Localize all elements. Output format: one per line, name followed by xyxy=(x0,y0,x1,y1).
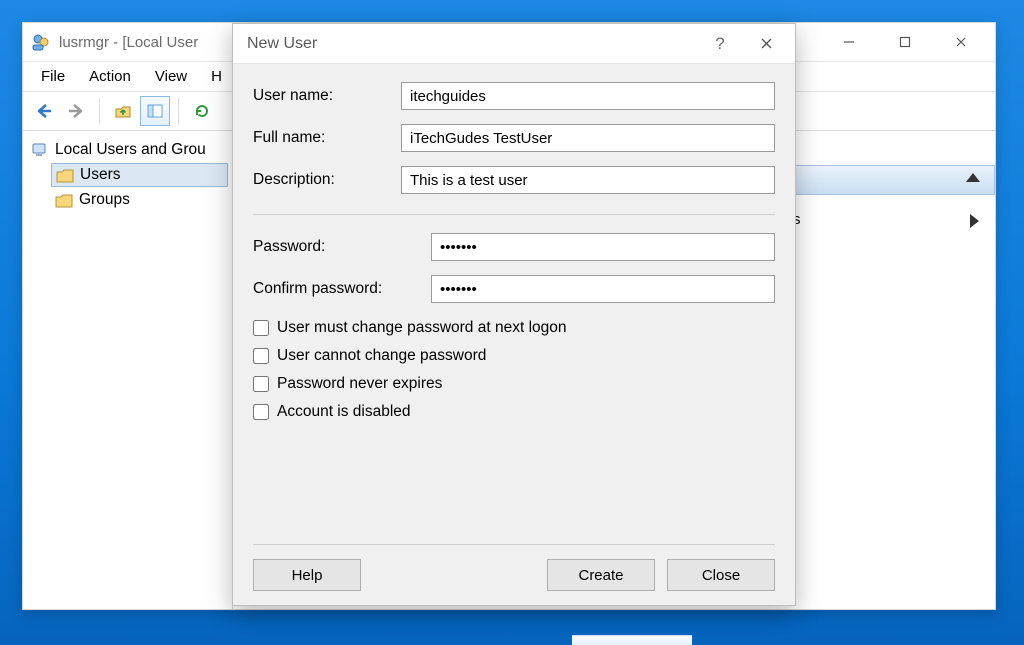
check-account-disabled[interactable]: Account is disabled xyxy=(253,403,775,421)
actions-pane-header[interactable] xyxy=(793,165,995,195)
input-full-name[interactable] xyxy=(401,124,775,152)
input-description[interactable] xyxy=(401,166,775,194)
input-password[interactable] xyxy=(431,233,775,261)
maximize-button[interactable] xyxy=(877,26,933,58)
row-description: Description: xyxy=(253,166,775,194)
tree-item-groups[interactable]: Groups xyxy=(51,189,228,211)
check-must-change[interactable]: User must change password at next logon xyxy=(253,319,775,337)
label-confirm-password: Confirm password: xyxy=(253,280,431,298)
checkbox-label: Account is disabled xyxy=(277,403,411,421)
checkbox-cannot-change[interactable] xyxy=(253,348,269,364)
new-user-dialog: New User ? User name: Full name: Descrip… xyxy=(232,23,796,606)
computer-icon xyxy=(31,141,49,159)
tree-item-label: Groups xyxy=(79,191,130,209)
row-user-name: User name: xyxy=(253,82,775,110)
separator xyxy=(253,544,775,545)
checkbox-account-disabled[interactable] xyxy=(253,404,269,420)
help-button[interactable]: Help xyxy=(253,559,361,591)
nav-back-button[interactable] xyxy=(29,96,59,126)
close-button[interactable]: Close xyxy=(667,559,775,591)
refresh-button[interactable] xyxy=(187,96,217,126)
folder-icon xyxy=(56,168,74,183)
close-button[interactable] xyxy=(933,26,989,58)
dialog-title: New User xyxy=(247,35,317,53)
checkbox-label: User must change password at next logon xyxy=(277,319,567,337)
tree-item-users[interactable]: Users xyxy=(51,163,228,187)
caption-buttons xyxy=(821,26,989,58)
row-password: Password: xyxy=(253,233,775,261)
chevron-right-icon xyxy=(970,214,979,228)
label-password: Password: xyxy=(253,238,431,256)
dialog-close-button[interactable] xyxy=(743,29,789,59)
checkbox-never-expires[interactable] xyxy=(253,376,269,392)
checkbox-label: Password never expires xyxy=(277,375,442,393)
minimize-button[interactable] xyxy=(821,26,877,58)
chevron-up-icon xyxy=(966,173,980,182)
taskbar-fragment xyxy=(572,635,692,645)
separator xyxy=(253,214,775,215)
tree-item-label: Users xyxy=(80,166,120,184)
app-icon xyxy=(31,32,51,52)
checkbox-group: User must change password at next logon … xyxy=(253,319,775,431)
menu-help[interactable]: H xyxy=(199,64,234,89)
toolbar-separator xyxy=(178,98,179,124)
dialog-titlebar[interactable]: New User ? xyxy=(233,24,795,64)
menu-view[interactable]: View xyxy=(143,64,199,89)
tree-root[interactable]: Local Users and Grou xyxy=(27,139,228,161)
tree-pane[interactable]: Local Users and Grou Users Groups xyxy=(23,131,233,609)
dialog-button-row: Help Create Close xyxy=(253,559,775,591)
label-description: Description: xyxy=(253,171,401,189)
menu-action[interactable]: Action xyxy=(77,64,143,89)
checkbox-label: User cannot change password xyxy=(277,347,486,365)
row-full-name: Full name: xyxy=(253,124,775,152)
toolbar-separator xyxy=(99,98,100,124)
main-title: lusrmgr - [Local User xyxy=(59,34,198,51)
input-confirm-password[interactable] xyxy=(431,275,775,303)
input-user-name[interactable] xyxy=(401,82,775,110)
dialog-help-button[interactable]: ? xyxy=(697,34,743,54)
row-confirm-password: Confirm password: xyxy=(253,275,775,303)
actions-sub-row[interactable]: s xyxy=(793,209,995,235)
folder-icon xyxy=(55,193,73,208)
check-never-expires[interactable]: Password never expires xyxy=(253,375,775,393)
checkbox-must-change[interactable] xyxy=(253,320,269,336)
create-button[interactable]: Create xyxy=(547,559,655,591)
dialog-body: User name: Full name: Description: Passw… xyxy=(233,64,795,605)
up-folder-button[interactable] xyxy=(108,96,138,126)
show-hide-tree-button[interactable] xyxy=(140,96,170,126)
nav-forward-button[interactable] xyxy=(61,96,91,126)
label-full-name: Full name: xyxy=(253,129,401,147)
menu-file[interactable]: File xyxy=(29,64,77,89)
label-user-name: User name: xyxy=(253,87,401,105)
tree-root-label: Local Users and Grou xyxy=(55,141,206,159)
check-cannot-change[interactable]: User cannot change password xyxy=(253,347,775,365)
